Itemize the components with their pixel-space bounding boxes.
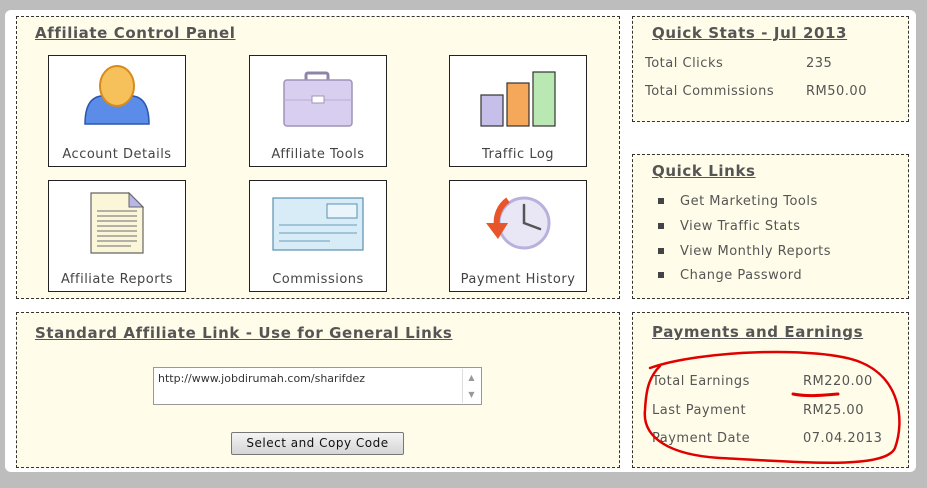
payments-title: Payments and Earnings bbox=[652, 323, 864, 341]
tile-label: Commissions bbox=[272, 272, 364, 287]
quick-link-monthly-reports[interactable]: View Monthly Reports bbox=[658, 244, 831, 259]
tile-commissions[interactable]: Commissions bbox=[249, 180, 387, 292]
tile-label: Affiliate Reports bbox=[61, 272, 173, 287]
affiliate-link-url: http://www.jobdirumah.com/sharifdez bbox=[158, 372, 366, 385]
stat-label-commissions: Total Commissions bbox=[645, 84, 775, 99]
label-payment-date: Payment Date bbox=[652, 431, 751, 446]
bar-chart-icon bbox=[480, 71, 556, 127]
affiliate-link-panel: Standard Affiliate Link - Use for Genera… bbox=[16, 312, 620, 468]
value-total-earnings: RM220.00 bbox=[803, 374, 873, 389]
cheque-icon bbox=[272, 197, 364, 251]
label-last-payment: Last Payment bbox=[652, 403, 747, 418]
tile-label: Payment History bbox=[460, 272, 576, 287]
bullet-icon bbox=[658, 271, 664, 278]
quick-link-label: Change Password bbox=[680, 268, 803, 283]
value-last-payment: RM25.00 bbox=[803, 403, 864, 418]
select-copy-button[interactable]: Select and Copy Code bbox=[231, 432, 404, 455]
document-icon bbox=[90, 191, 145, 254]
quick-link-traffic-stats[interactable]: View Traffic Stats bbox=[658, 219, 801, 234]
affiliate-link-textarea[interactable]: http://www.jobdirumah.com/sharifdez ▲ ▼ bbox=[153, 367, 482, 405]
textarea-scrollbar[interactable]: ▲ ▼ bbox=[462, 369, 480, 403]
quick-links-panel: Quick Links Get Marketing Tools View Tra… bbox=[632, 154, 909, 299]
tile-label: Traffic Log bbox=[481, 147, 555, 162]
label-total-earnings: Total Earnings bbox=[652, 374, 750, 389]
quick-link-marketing-tools[interactable]: Get Marketing Tools bbox=[658, 194, 818, 209]
stat-value-clicks: 235 bbox=[806, 56, 833, 71]
control-panel: Affiliate Control Panel Account Details … bbox=[16, 16, 620, 299]
tile-affiliate-tools[interactable]: Affiliate Tools bbox=[249, 55, 387, 167]
quick-link-label: View Traffic Stats bbox=[680, 219, 801, 234]
tile-label: Affiliate Tools bbox=[271, 147, 365, 162]
quick-link-label: Get Marketing Tools bbox=[680, 194, 818, 209]
quick-link-change-password[interactable]: Change Password bbox=[658, 268, 802, 283]
bullet-icon bbox=[658, 197, 664, 204]
stat-label-clicks: Total Clicks bbox=[645, 56, 724, 71]
tile-traffic-log[interactable]: Traffic Log bbox=[449, 55, 587, 167]
control-panel-title: Affiliate Control Panel bbox=[35, 24, 236, 42]
value-payment-date: 07.04.2013 bbox=[803, 431, 883, 446]
history-icon bbox=[486, 196, 551, 250]
stat-value-commissions: RM50.00 bbox=[806, 84, 867, 99]
quick-stats-panel: Quick Stats - Jul 2013 Total Clicks 235 … bbox=[632, 16, 909, 122]
tile-account-details[interactable]: Account Details bbox=[48, 55, 186, 167]
quick-links-title: Quick Links bbox=[652, 162, 756, 180]
quick-link-label: View Monthly Reports bbox=[680, 244, 832, 259]
tile-label: Account Details bbox=[62, 147, 172, 162]
scroll-down-icon[interactable]: ▼ bbox=[463, 386, 480, 403]
user-icon bbox=[84, 65, 150, 125]
tile-affiliate-reports[interactable]: Affiliate Reports bbox=[48, 180, 186, 292]
briefcase-icon bbox=[283, 71, 353, 127]
bullet-icon bbox=[658, 247, 664, 254]
scroll-up-icon[interactable]: ▲ bbox=[463, 369, 480, 386]
bullet-icon bbox=[658, 222, 664, 229]
quick-stats-title: Quick Stats - Jul 2013 bbox=[652, 24, 848, 42]
payments-panel: Payments and Earnings Total Earnings RM2… bbox=[632, 312, 909, 468]
affiliate-link-title: Standard Affiliate Link - Use for Genera… bbox=[35, 324, 453, 342]
tile-payment-history[interactable]: Payment History bbox=[449, 180, 587, 292]
